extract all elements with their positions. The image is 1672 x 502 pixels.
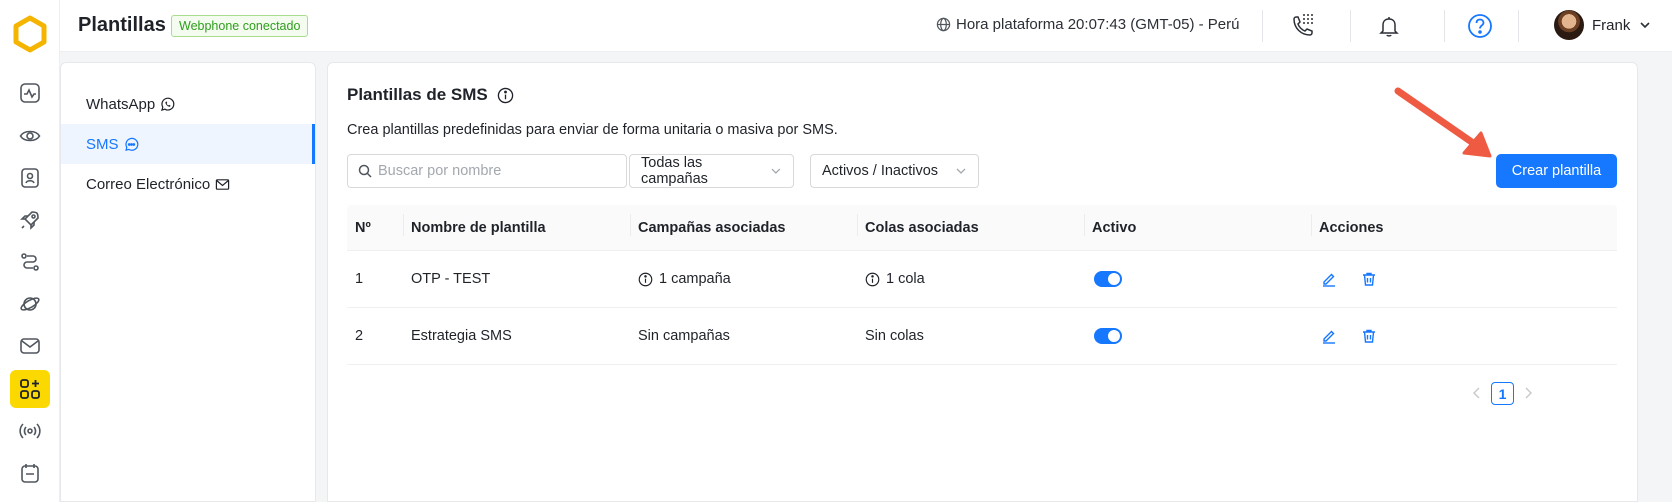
chat-bubble-icon xyxy=(124,137,138,151)
column-header: Campañas asociadas xyxy=(630,213,857,236)
associated-campaigns[interactable]: 1 campaña xyxy=(630,271,857,287)
calendar-icon[interactable] xyxy=(18,461,42,485)
delete-icon[interactable] xyxy=(1359,326,1379,346)
column-header: Colas asociadas xyxy=(857,213,1084,236)
flows-icon[interactable] xyxy=(18,250,42,274)
prev-page-icon[interactable] xyxy=(1472,386,1482,402)
table-row: 1 OTP - TEST 1 campaña 1 cola xyxy=(347,251,1617,308)
delete-icon[interactable] xyxy=(1359,269,1379,289)
templates-channel-nav: WhatsApp SMS Correo Electrónico xyxy=(60,62,316,502)
column-header: Acciones xyxy=(1311,213,1617,236)
mail-icon[interactable] xyxy=(18,334,42,358)
active-cell xyxy=(1084,271,1311,287)
mail-icon xyxy=(216,178,230,190)
search-field[interactable] xyxy=(347,154,627,188)
info-icon[interactable] xyxy=(497,87,514,104)
notifications-bell-icon[interactable] xyxy=(1375,12,1403,40)
sms-templates-card: Plantillas de SMS Crea plantillas predef… xyxy=(327,62,1638,502)
info-icon xyxy=(638,272,653,286)
help-icon[interactable] xyxy=(1466,12,1494,40)
dashboard-icon[interactable] xyxy=(18,81,42,105)
associated-campaigns-text: Sin campañas xyxy=(638,328,730,344)
app-logo[interactable] xyxy=(11,15,49,53)
rocket-icon[interactable] xyxy=(18,208,42,232)
chevron-down-icon xyxy=(771,168,781,174)
search-input[interactable] xyxy=(378,163,618,179)
left-rail xyxy=(0,0,60,502)
create-template-button[interactable]: Crear plantilla xyxy=(1496,154,1617,188)
platform-clock: Hora plataforma 20:07:43 (GMT-05) - Perú xyxy=(936,16,1239,33)
top-header: Plantillas Webphone conectado Hora plata… xyxy=(60,0,1672,52)
monitor-eye-icon[interactable] xyxy=(18,124,42,148)
column-header: Activo xyxy=(1084,213,1311,236)
globe-icon xyxy=(936,17,951,32)
whatsapp-icon xyxy=(161,97,175,111)
info-icon xyxy=(865,272,880,286)
platform-clock-text: Hora plataforma 20:07:43 (GMT-05) - Perú xyxy=(956,16,1240,33)
page-number[interactable]: 1 xyxy=(1491,382,1514,405)
search-icon xyxy=(358,164,372,178)
annotation-arrow xyxy=(1394,87,1492,158)
campaign-filter-select[interactable]: Todas las campañas xyxy=(629,154,794,188)
associated-queues[interactable]: 1 cola xyxy=(857,271,1084,287)
actions-cell xyxy=(1311,326,1617,346)
active-toggle[interactable] xyxy=(1094,328,1122,344)
active-toggle[interactable] xyxy=(1094,271,1122,287)
column-header: Nombre de plantilla xyxy=(403,213,630,236)
actions-cell xyxy=(1311,269,1617,289)
table-row: 2 Estrategia SMS Sin campañas Sin colas xyxy=(347,308,1617,365)
subnav-item-whatsapp[interactable]: WhatsApp xyxy=(61,84,315,124)
edit-icon[interactable] xyxy=(1319,269,1339,289)
header-divider xyxy=(1444,10,1445,42)
apps-add-icon[interactable] xyxy=(18,377,42,401)
table-header: Nº Nombre de plantilla Campañas asociada… xyxy=(347,205,1617,251)
associated-queues-text: Sin colas xyxy=(865,328,924,344)
section-title-text: Plantillas de SMS xyxy=(347,85,488,104)
page-title: Plantillas xyxy=(78,14,166,36)
planet-icon[interactable] xyxy=(18,292,42,316)
header-divider xyxy=(1262,10,1263,42)
avatar xyxy=(1554,10,1584,40)
associated-queues-text: 1 cola xyxy=(886,271,925,287)
section-description: Crea plantillas predefinidas para enviar… xyxy=(347,122,838,138)
active-cell xyxy=(1084,328,1311,344)
broadcast-icon[interactable] xyxy=(18,419,42,443)
templates-table: Nº Nombre de plantilla Campañas asociada… xyxy=(347,205,1617,365)
header-divider xyxy=(1518,10,1519,42)
template-name: OTP - TEST xyxy=(411,271,491,287)
subnav-item-email[interactable]: Correo Electrónico xyxy=(61,164,315,204)
contacts-icon[interactable] xyxy=(18,166,42,190)
row-number: 2 xyxy=(355,328,364,344)
row-number: 1 xyxy=(355,271,364,287)
user-menu[interactable]: Frank xyxy=(1554,10,1652,40)
user-name: Frank xyxy=(1592,16,1631,34)
column-header: Nº xyxy=(355,219,371,236)
subnav-item-label: WhatsApp xyxy=(86,95,156,113)
section-title: Plantillas de SMS xyxy=(347,85,514,105)
status-filter-select[interactable]: Activos / Inactivos xyxy=(810,154,979,188)
chevron-down-icon xyxy=(1640,22,1650,29)
webphone-status-badge: Webphone conectado xyxy=(171,15,309,37)
associated-campaigns-text: 1 campaña xyxy=(659,271,731,287)
edit-icon[interactable] xyxy=(1319,326,1339,346)
subnav-item-sms[interactable]: SMS xyxy=(61,124,315,164)
pagination: 1 xyxy=(1472,382,1533,405)
subnav-item-label: SMS xyxy=(86,135,119,153)
campaign-filter-value: Todas las campañas xyxy=(641,155,708,187)
dialpad-phone-icon[interactable] xyxy=(1289,12,1317,40)
next-page-icon[interactable] xyxy=(1523,386,1533,402)
header-divider xyxy=(1350,10,1351,42)
subnav-item-label: Correo Electrónico xyxy=(86,175,211,193)
template-name: Estrategia SMS xyxy=(411,328,512,344)
status-filter-value: Activos / Inactivos xyxy=(822,163,939,179)
chevron-down-icon xyxy=(956,168,966,174)
